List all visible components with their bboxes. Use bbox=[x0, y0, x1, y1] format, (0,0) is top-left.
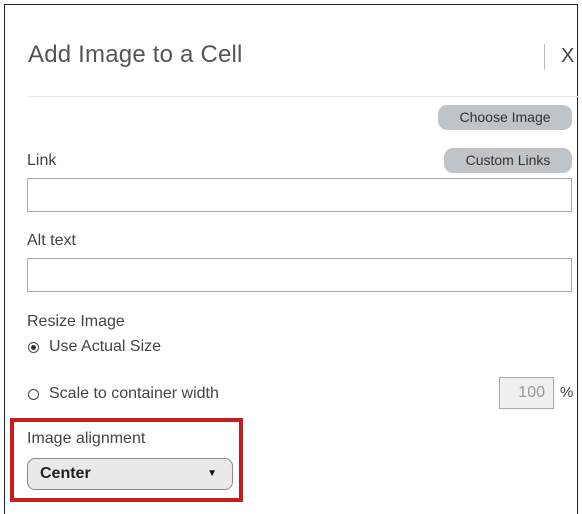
radio-selected-icon[interactable] bbox=[28, 341, 39, 353]
alt-text-input[interactable] bbox=[27, 258, 572, 292]
radio-unselected-icon[interactable] bbox=[28, 388, 39, 400]
image-alignment-label: Image alignment bbox=[27, 430, 146, 447]
dialog-title: Add Image to a Cell bbox=[28, 41, 243, 68]
link-label: Link bbox=[27, 152, 57, 169]
header-divider bbox=[28, 96, 578, 97]
choose-image-button[interactable]: Choose Image bbox=[438, 105, 572, 130]
use-actual-size-label: Use Actual Size bbox=[49, 338, 162, 355]
title-separator bbox=[544, 44, 545, 70]
resize-image-label: Resize Image bbox=[27, 313, 125, 330]
custom-links-button[interactable]: Custom Links bbox=[444, 148, 572, 173]
chevron-down-icon: ▼ bbox=[207, 468, 217, 479]
link-input[interactable] bbox=[27, 178, 572, 212]
image-alignment-value: Center bbox=[40, 465, 91, 482]
scale-percent-input[interactable]: 100 bbox=[499, 377, 554, 409]
use-actual-size-option[interactable]: Use Actual Size bbox=[28, 338, 161, 356]
percent-unit: % bbox=[560, 384, 574, 401]
close-button[interactable]: X bbox=[561, 45, 574, 68]
alt-text-label: Alt text bbox=[27, 232, 76, 249]
scale-to-container-option[interactable]: Scale to container width bbox=[28, 385, 219, 403]
scale-to-container-label: Scale to container width bbox=[49, 385, 219, 402]
image-alignment-select[interactable]: Center ▼ bbox=[27, 458, 233, 490]
